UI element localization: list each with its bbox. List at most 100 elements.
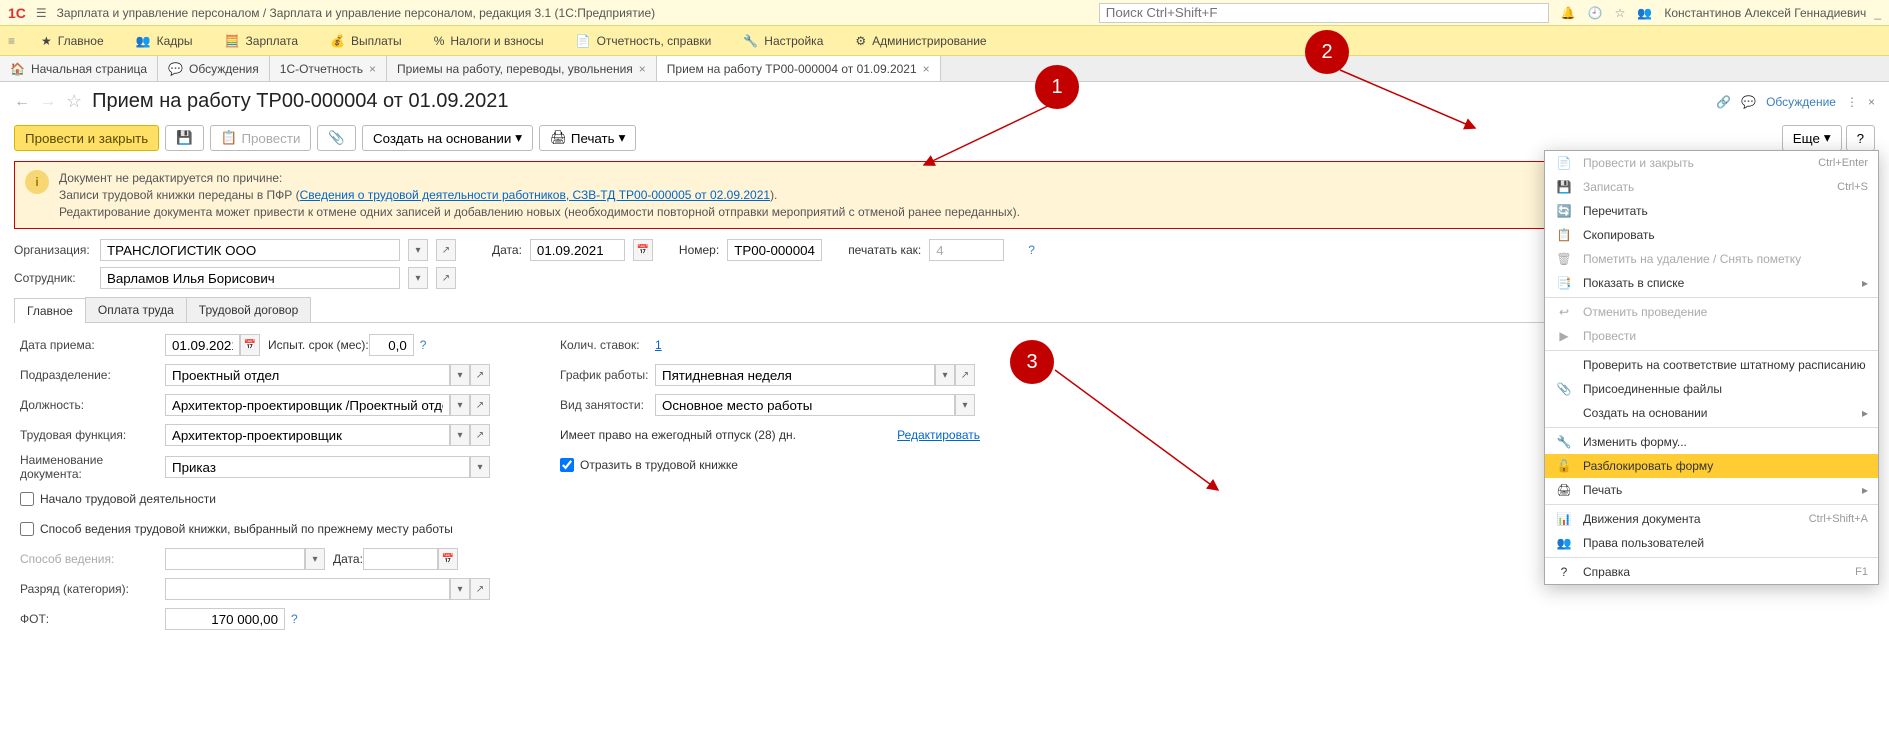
close-icon[interactable]: ×	[639, 62, 646, 76]
bell-icon[interactable]: 🔔	[1561, 6, 1576, 20]
menu-kadry[interactable]: 👥Кадры	[130, 30, 199, 52]
tab-hires[interactable]: Приемы на работу, переводы, увольнения×	[387, 56, 657, 81]
close-icon[interactable]: ×	[923, 62, 930, 76]
current-user[interactable]: Константинов Алексей Геннадиевич	[1664, 6, 1866, 20]
create-based-button[interactable]: Создать на основании ▾	[362, 125, 533, 151]
menu-nalogi[interactable]: %Налоги и взносы	[428, 30, 550, 52]
post-button[interactable]: 📋Провести	[210, 125, 312, 151]
print-button[interactable]: 🖨 Печать ▾	[539, 125, 636, 151]
menu-zarplata[interactable]: 🧮Зарплата	[219, 30, 305, 52]
open-icon[interactable]: ↗	[436, 267, 456, 289]
tab-1c-report[interactable]: 1С-Отчетность×	[270, 56, 387, 81]
menu-vyplaty[interactable]: 💰Выплаты	[324, 30, 408, 52]
dropdown-icon[interactable]: ▾	[450, 424, 470, 446]
dropdown-icon[interactable]: ▾	[450, 364, 470, 386]
open-icon[interactable]: ↗	[470, 394, 490, 416]
menu-item[interactable]: 🖨Печать▸	[1545, 478, 1878, 502]
dropdown-icon[interactable]: ▾	[935, 364, 955, 386]
menu-item[interactable]: 👥Права пользователей	[1545, 531, 1878, 555]
hiredate-field[interactable]	[165, 334, 240, 356]
probation-field[interactable]	[369, 334, 414, 356]
search-input[interactable]	[1099, 3, 1549, 23]
menu-otchet[interactable]: 📄Отчетность, справки	[570, 30, 718, 52]
rank-field[interactable]	[165, 578, 450, 600]
edit-link[interactable]: Редактировать	[897, 428, 980, 442]
menu-admin[interactable]: ⚙Администрирование	[849, 30, 992, 52]
dropdown-icon[interactable]: ▾	[408, 239, 428, 261]
star-icon[interactable]: ☆	[1615, 6, 1626, 20]
rates-link[interactable]: 1	[655, 338, 662, 352]
open-icon[interactable]: ↗	[470, 364, 490, 386]
fot-field[interactable]	[165, 608, 285, 630]
discuss-link[interactable]: Обсуждение	[1766, 95, 1836, 109]
menu-toggle-icon[interactable]: ≡	[8, 34, 15, 48]
hamburger-icon[interactable]: ☰	[36, 6, 47, 20]
calendar-icon[interactable]: 📅	[633, 239, 653, 261]
tab-home[interactable]: 🏠Начальная страница	[0, 56, 158, 81]
dropdown-icon[interactable]: ▾	[955, 394, 975, 416]
calendar-icon[interactable]: 📅	[240, 334, 260, 356]
menu-item[interactable]: 📋Скопировать	[1545, 223, 1878, 247]
save-button[interactable]: 💾	[165, 125, 204, 151]
bookmethod-checkbox[interactable]	[20, 522, 34, 536]
reflect-checkbox[interactable]	[560, 458, 574, 472]
close-icon[interactable]: ×	[369, 62, 376, 76]
titlebar: 1C ☰ Зарплата и управление персоналом / …	[0, 0, 1889, 26]
menu-item[interactable]: ?СправкаF1	[1545, 560, 1878, 584]
menu-main[interactable]: ★Главное	[35, 30, 110, 52]
warning-line1: Документ не редактируется по причине:	[59, 170, 1020, 187]
dropdown-icon[interactable]: ▾	[450, 578, 470, 600]
open-icon[interactable]: ↗	[955, 364, 975, 386]
dropdown-icon[interactable]: ▾	[408, 267, 428, 289]
org-field[interactable]	[100, 239, 400, 261]
dept-field[interactable]	[165, 364, 450, 386]
menu-item[interactable]: 📎Присоединенные файлы	[1545, 377, 1878, 401]
open-icon[interactable]: ↗	[470, 578, 490, 600]
emp-field[interactable]	[100, 267, 400, 289]
open-icon[interactable]: ↗	[470, 424, 490, 446]
attach-button[interactable]: 📎	[317, 125, 356, 151]
help-icon[interactable]: ?	[1028, 243, 1035, 257]
menu-item[interactable]: 🔄Перечитать	[1545, 199, 1878, 223]
menu-item[interactable]: 📊Движения документаCtrl+Shift+A	[1545, 507, 1878, 531]
back-arrow-icon[interactable]: ←	[14, 93, 30, 111]
dropdown-icon[interactable]: ▾	[470, 456, 490, 478]
menu-item[interactable]: Создать на основании▸	[1545, 401, 1878, 425]
menu-item[interactable]: 📑Показать в списке▸	[1545, 271, 1878, 295]
printas-field[interactable]	[929, 239, 1004, 261]
warning-link[interactable]: Сведения о трудовой деятельности работни…	[300, 188, 770, 202]
date-field[interactable]	[530, 239, 625, 261]
kebab-icon[interactable]: ⋮	[1846, 95, 1858, 109]
menu-item[interactable]: Проверить на соответствие штатному распи…	[1545, 353, 1878, 377]
subtab-pay[interactable]: Оплата труда	[85, 297, 187, 322]
favorite-icon[interactable]: ☆	[66, 91, 82, 112]
menu-item[interactable]: 🔓Разблокировать форму	[1545, 454, 1878, 478]
open-icon[interactable]: ↗	[436, 239, 456, 261]
docname-field[interactable]	[165, 456, 470, 478]
dropdown-icon[interactable]: ▾	[450, 394, 470, 416]
menu-nastr[interactable]: 🔧Настройка	[737, 30, 829, 52]
pos-field[interactable]	[165, 394, 450, 416]
help-icon[interactable]: ?	[291, 612, 298, 626]
emptype-field[interactable]	[655, 394, 955, 416]
sched-field[interactable]	[655, 364, 935, 386]
users-icon[interactable]: 👥	[1637, 6, 1652, 20]
help-icon[interactable]: ?	[420, 338, 427, 352]
func-field[interactable]	[165, 424, 450, 446]
chevron-right-icon: ▸	[1862, 483, 1868, 497]
more-button[interactable]: Еще ▾	[1782, 125, 1842, 151]
subtab-main[interactable]: Главное	[14, 298, 86, 323]
close-doc-icon[interactable]: ×	[1868, 95, 1875, 109]
tab-discuss[interactable]: 💬Обсуждения	[158, 56, 270, 81]
startwork-checkbox[interactable]	[20, 492, 34, 506]
help-button[interactable]: ?	[1846, 125, 1875, 151]
history-icon[interactable]: 🕘	[1588, 6, 1603, 20]
post-close-button[interactable]: Провести и закрыть	[14, 125, 159, 151]
link-icon[interactable]: 🔗	[1716, 95, 1731, 109]
num-field[interactable]	[727, 239, 822, 261]
tab-hire-doc[interactable]: Прием на работу ТР00-000004 от 01.09.202…	[657, 56, 941, 81]
fwd-arrow-icon[interactable]: →	[40, 93, 56, 111]
subtab-contract[interactable]: Трудовой договор	[186, 297, 311, 322]
menu-item[interactable]: 🔧Изменить форму...	[1545, 430, 1878, 454]
minimize-icon[interactable]: _	[1874, 6, 1881, 20]
